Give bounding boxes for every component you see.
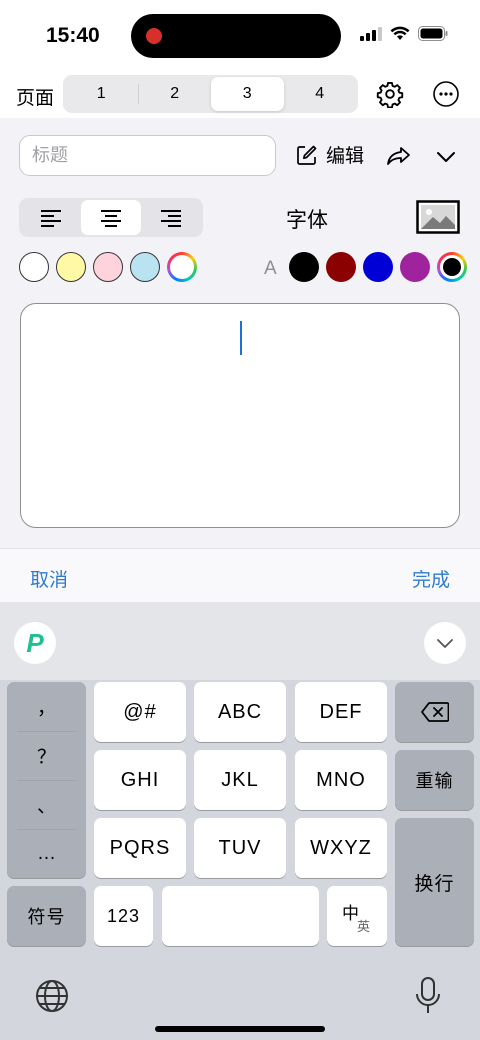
key-def[interactable]: DEF <box>295 682 387 742</box>
backspace-icon <box>420 702 449 722</box>
align-center-icon <box>101 209 121 227</box>
page-tab-1[interactable]: 1 <box>65 77 138 111</box>
key-mno[interactable]: MNO <box>295 750 387 810</box>
newline-button[interactable]: 换行 <box>395 818 474 946</box>
battery-icon <box>418 26 448 41</box>
font-button[interactable]: 字体 <box>286 204 328 234</box>
text-color-darkred[interactable] <box>326 252 356 282</box>
font-color-letter: A <box>264 258 277 279</box>
chevron-down-icon <box>437 639 453 648</box>
key-ghi[interactable]: GHI <box>94 750 186 810</box>
key-pqrs[interactable]: PQRS <box>94 818 186 878</box>
insert-image-icon[interactable] <box>416 200 460 234</box>
page-segmented-control: 1 2 3 4 <box>63 75 358 113</box>
punct-key-dun[interactable]: 、 <box>7 780 86 829</box>
status-icons <box>360 26 448 41</box>
text-color-swatches <box>289 252 467 282</box>
action-bar: 取消 完成 <box>0 548 480 602</box>
bg-color-yellow[interactable] <box>56 252 86 282</box>
zh-en-icon: 中 英 <box>327 886 387 946</box>
gear-icon[interactable] <box>376 80 404 108</box>
signal-icon <box>360 26 382 41</box>
bg-color-picker-icon[interactable] <box>167 252 197 282</box>
share-arrow-icon[interactable] <box>386 143 412 169</box>
status-bar: 15:40 <box>0 0 480 72</box>
punct-key-comma[interactable]: ， <box>7 682 86 731</box>
key-jkl[interactable]: JKL <box>194 750 286 810</box>
page-label: 页面 <box>16 88 55 109</box>
retype-button[interactable]: 重输 <box>395 750 474 810</box>
language-switch-button[interactable]: 中 英 <box>327 886 387 946</box>
background-color-swatches <box>19 252 197 282</box>
text-color-blue[interactable] <box>363 252 393 282</box>
punctuation-column: ， ？ 、 … <box>7 682 86 878</box>
dynamic-island <box>131 14 341 58</box>
cancel-button[interactable]: 取消 <box>30 565 68 592</box>
page-tab-2[interactable]: 2 <box>139 77 212 111</box>
status-time: 15:40 <box>46 24 100 47</box>
wifi-icon <box>390 26 410 40</box>
key-wxyz[interactable]: WXYZ <box>295 818 387 878</box>
keyboard: P ， ？ 、 … @# ABC DEF GHI JKL MNO 重输 PQRS… <box>0 602 480 1040</box>
bg-color-pink[interactable] <box>93 252 123 282</box>
align-right-button[interactable] <box>141 200 201 235</box>
alignment-control <box>19 198 203 237</box>
text-color-purple[interactable] <box>400 252 430 282</box>
microphone-icon[interactable] <box>414 976 442 1016</box>
keyboard-toolbar: P <box>0 602 480 680</box>
header-bar: 页面 1 2 3 4 <box>0 72 480 118</box>
edit-button[interactable]: 编辑 <box>296 141 364 168</box>
key-abc[interactable]: ABC <box>194 682 286 742</box>
space-bar[interactable] <box>162 886 319 946</box>
keyboard-bottom-bar <box>0 956 480 1040</box>
page-tab-4[interactable]: 4 <box>284 77 357 111</box>
punct-key-ellipsis[interactable]: … <box>7 829 86 878</box>
bg-color-blue[interactable] <box>130 252 160 282</box>
lang-en: 英 <box>357 919 372 934</box>
done-button[interactable]: 完成 <box>412 565 450 592</box>
backspace-button[interactable] <box>395 682 474 742</box>
home-indicator <box>155 1026 325 1032</box>
align-center-button[interactable] <box>81 200 141 235</box>
punct-key-question[interactable]: ？ <box>7 731 86 780</box>
keyboard-app-logo-icon[interactable]: P <box>14 622 56 664</box>
page-tab-3[interactable]: 3 <box>211 77 284 111</box>
edit-label: 编辑 <box>326 146 365 167</box>
bg-color-white[interactable] <box>19 252 49 282</box>
editor-panel: 标题 编辑 字体 A <box>0 118 480 548</box>
key-at-hash[interactable]: @# <box>94 682 186 742</box>
keyboard-collapse-button[interactable] <box>424 622 466 664</box>
text-color-picker-icon[interactable] <box>437 252 467 282</box>
chevron-down-icon[interactable] <box>434 145 458 169</box>
globe-icon[interactable] <box>34 978 70 1014</box>
content-textarea[interactable] <box>20 303 460 528</box>
key-tuv[interactable]: TUV <box>194 818 286 878</box>
recording-indicator-icon <box>146 28 162 44</box>
align-right-icon <box>161 209 181 227</box>
text-color-black[interactable] <box>289 252 319 282</box>
numbers-button[interactable]: 123 <box>94 886 153 946</box>
title-input[interactable]: 标题 <box>19 135 276 176</box>
edit-icon <box>297 145 317 165</box>
more-options-icon[interactable] <box>432 80 460 108</box>
align-left-icon <box>41 209 61 227</box>
text-caret <box>240 321 242 355</box>
symbols-button[interactable]: 符号 <box>7 886 86 946</box>
align-left-button[interactable] <box>21 200 81 235</box>
